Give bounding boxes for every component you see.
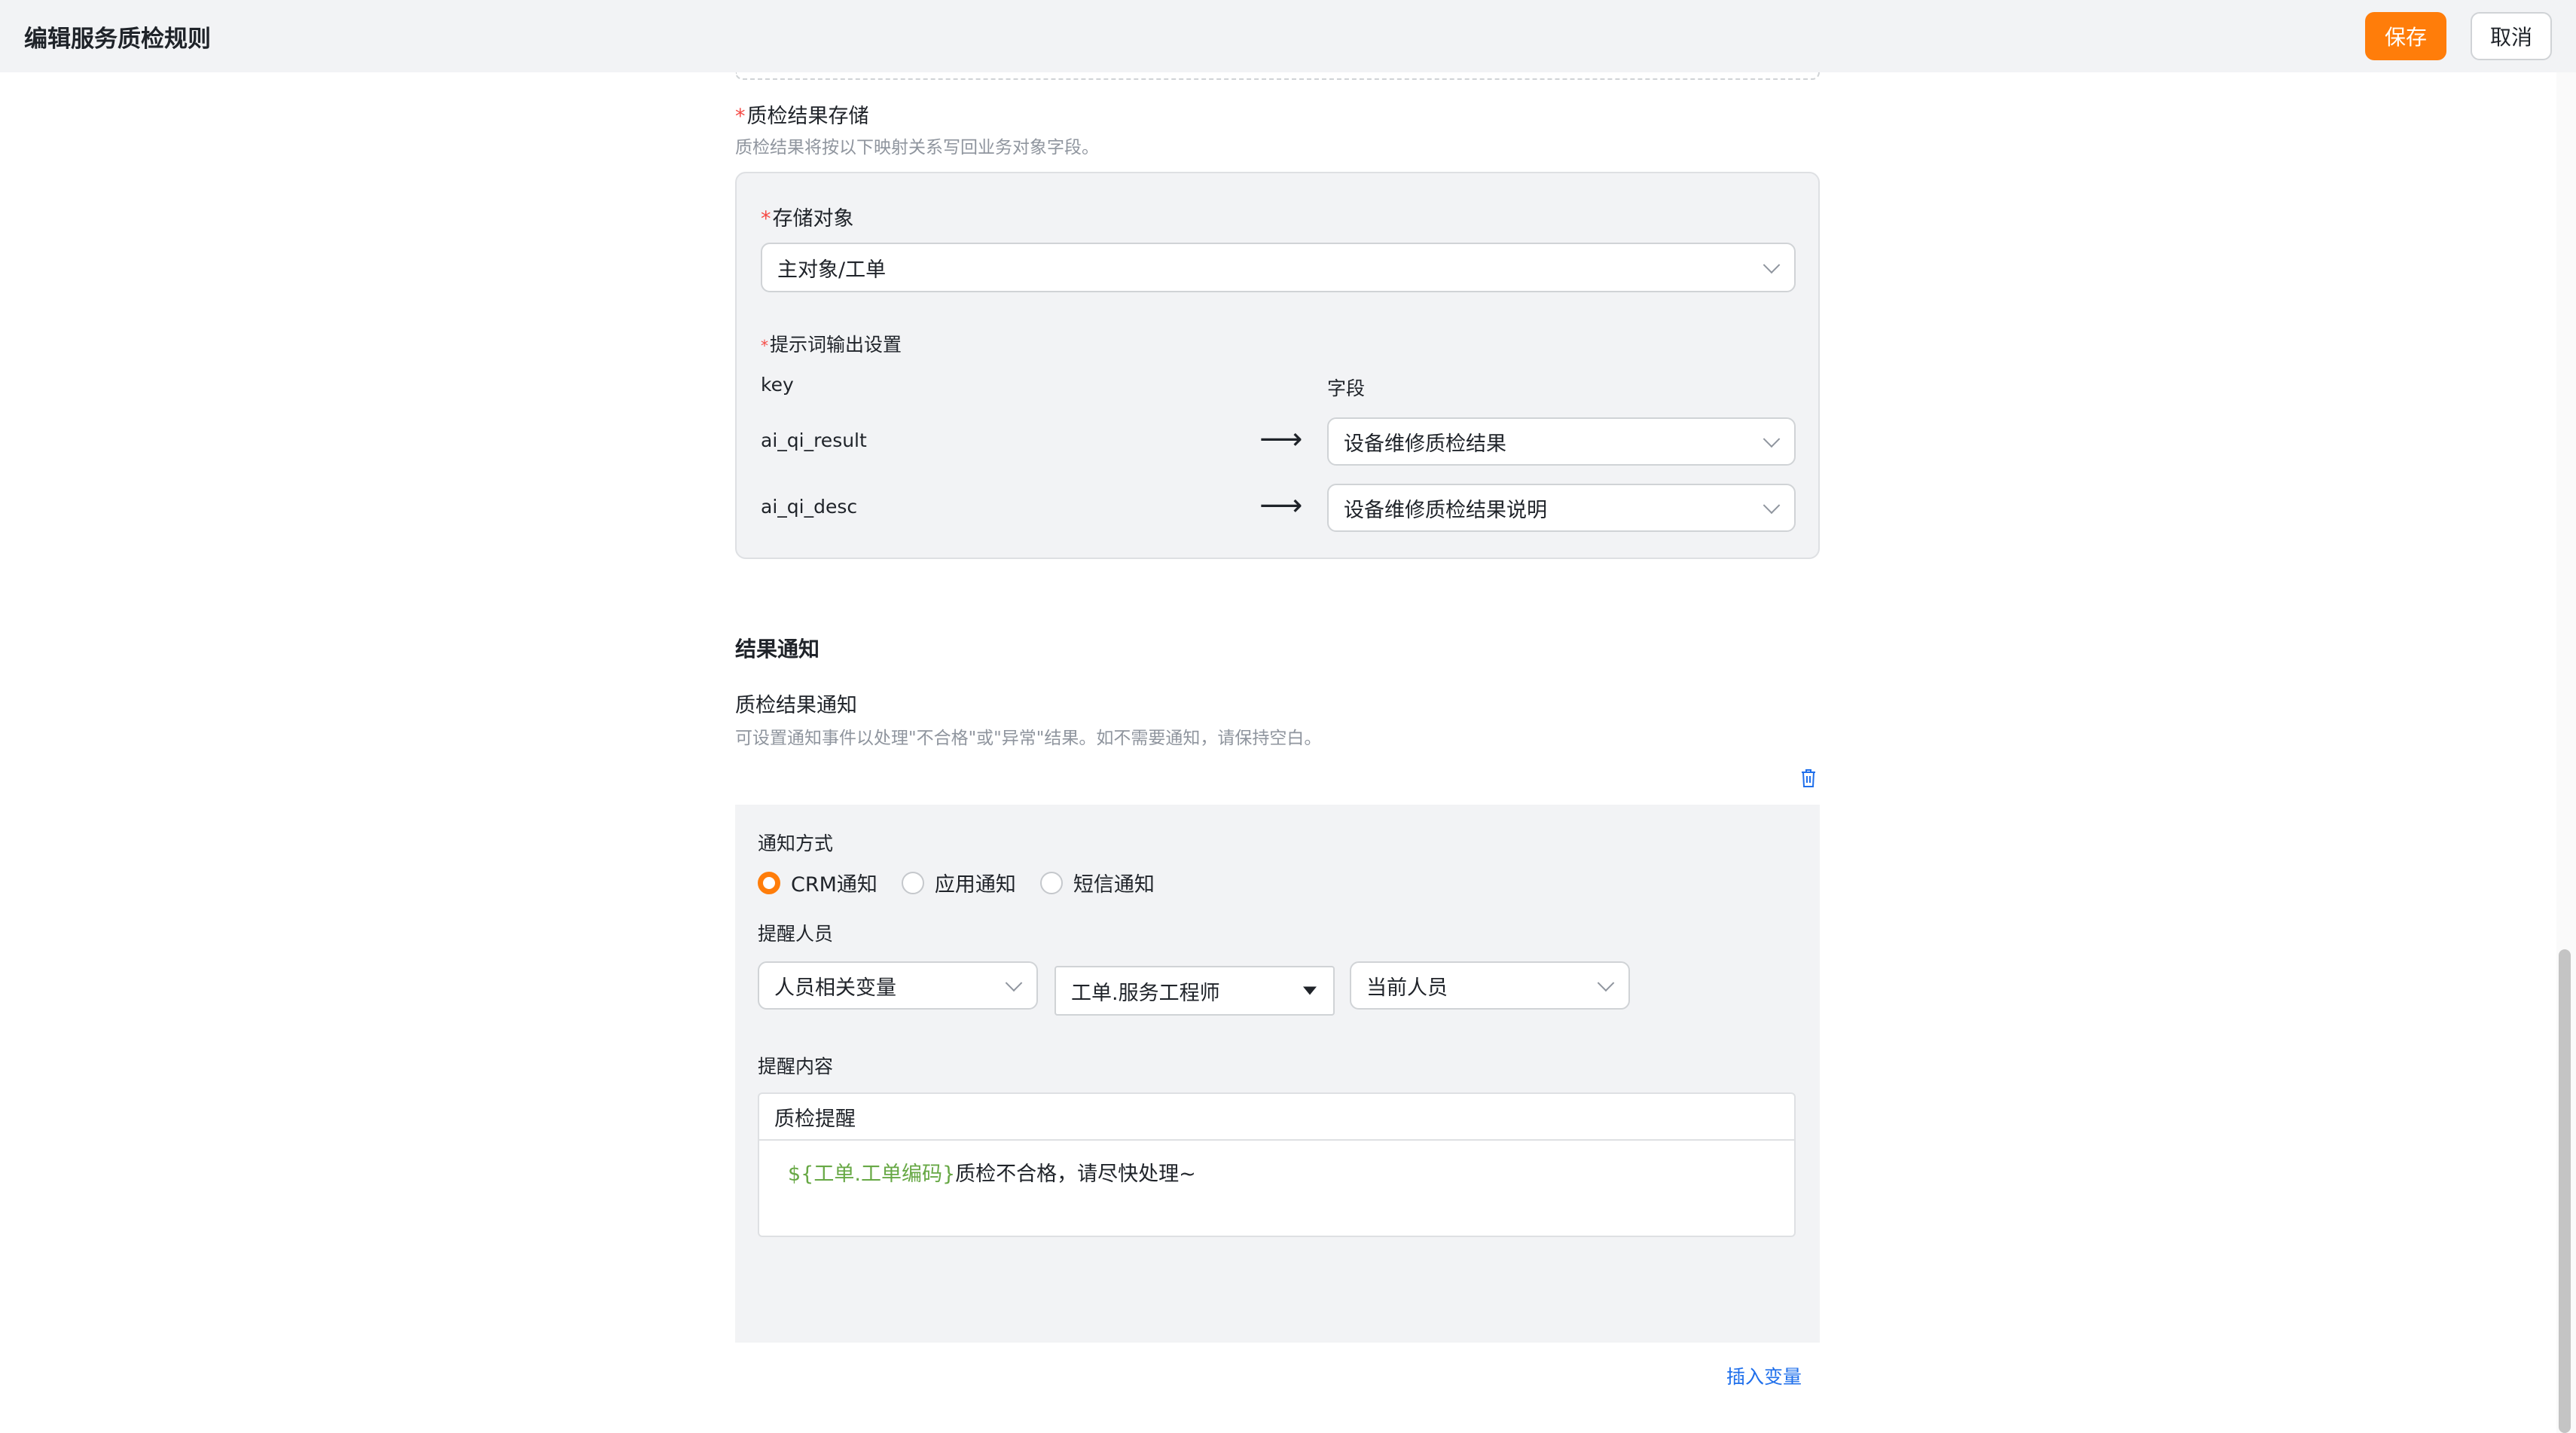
notify-section-title: 结果通知 <box>735 637 820 662</box>
mapping-field-value: 设备维修质检结果说明 <box>1344 498 1547 522</box>
trash-icon[interactable] <box>1800 768 1817 788</box>
radio-app[interactable]: 应用通知 <box>901 868 1016 897</box>
radio-sms[interactable]: 短信通知 <box>1039 868 1155 897</box>
radio-label: CRM通知 <box>791 873 877 897</box>
radio-unchecked-icon <box>901 871 924 894</box>
radio-checked-icon <box>758 871 780 894</box>
mapping-key: ai_qi_desc <box>761 496 858 518</box>
chevron-down-icon <box>1005 974 1023 992</box>
chevron-down-icon <box>1597 974 1615 992</box>
mapping-field-select[interactable]: 设备维修质检结果说明 <box>1327 484 1796 532</box>
object-label: 存储对象 <box>772 207 854 231</box>
storage-object-select[interactable]: 主对象/工单 <box>761 243 1796 292</box>
caret-down-icon <box>1303 986 1317 995</box>
required-mark: * <box>735 105 746 128</box>
page-title: 编辑服务质检规则 <box>24 25 211 53</box>
storage-panel: *存储对象 主对象/工单 *提示词输出设置 key 字段 ai_qi_resul… <box>735 172 1820 559</box>
recipient-scope-value: 当前人员 <box>1366 976 1448 1000</box>
chevron-down-icon <box>1763 256 1781 274</box>
save-button[interactable]: 保存 <box>2364 12 2446 60</box>
radio-label: 应用通知 <box>934 873 1016 897</box>
content-variable: ${工单.工单编码} <box>788 1163 956 1186</box>
storage-label: 质检结果存储 <box>746 105 869 128</box>
storage-hint: 质检结果将按以下映射关系写回业务对象字段。 <box>735 138 1099 157</box>
recipient-field-value: 工单.服务工程师 <box>1071 981 1220 1005</box>
arrow-right-icon: ⟶ <box>1259 422 1303 457</box>
recipient-type-select[interactable]: 人员相关变量 <box>758 961 1038 1010</box>
radio-label: 短信通知 <box>1073 873 1155 897</box>
key-column-header: key <box>761 374 794 396</box>
method-radio-group: CRM通知 应用通知 短信通知 <box>758 868 1155 897</box>
object-label-row: *存储对象 <box>761 202 854 231</box>
notify-panel: 通知方式 CRM通知 应用通知 短信通知 提醒人员 人员相关变量 工单.服务工程… <box>735 805 1820 1388</box>
mapping-key: ai_qi_result <box>761 429 867 451</box>
top-actions: 保存 取消 <box>2364 12 2552 60</box>
recipient-label: 提醒人员 <box>758 923 834 945</box>
content-title-input[interactable]: 质检提醒 <box>759 1094 1794 1141</box>
insert-variable-link[interactable]: 插入变量 <box>1726 1362 1802 1389</box>
prompt-output-label: 提示词输出设置 <box>770 334 902 356</box>
scrollbar-thumb[interactable] <box>2559 949 2571 1433</box>
radio-unchecked-icon <box>1039 871 1063 894</box>
notify-label: 质检结果通知 <box>735 694 857 717</box>
mapping-field-value: 设备维修质检结果 <box>1344 432 1506 456</box>
recipient-scope-select[interactable]: 当前人员 <box>1350 961 1630 1010</box>
arrow-right-icon: ⟶ <box>1259 488 1303 523</box>
mapping-field-select[interactable]: 设备维修质检结果 <box>1327 417 1796 466</box>
field-column-header: 字段 <box>1327 377 1366 399</box>
storage-object-value: 主对象/工单 <box>777 258 887 282</box>
content-body[interactable]: ${工单.工单编码}质检不合格，请尽快处理~ <box>759 1141 1794 1203</box>
content-text: 质检不合格，请尽快处理~ <box>955 1163 1196 1186</box>
chevron-down-icon <box>1763 497 1781 515</box>
recipient-field-select[interactable]: 工单.服务工程师 <box>1055 966 1335 1016</box>
storage-label-row: *质检结果存储 <box>735 99 869 129</box>
chevron-down-icon <box>1763 430 1781 448</box>
content-label: 提醒内容 <box>758 1056 834 1077</box>
method-label: 通知方式 <box>758 833 834 854</box>
notify-hint: 可设置通知事件以处理"不合格"或"异常"结果。如不需要通知，请保持空白。 <box>735 729 1322 748</box>
previous-card-edge <box>735 72 1820 80</box>
cancel-button[interactable]: 取消 <box>2470 12 2552 60</box>
required-mark: * <box>761 207 771 231</box>
prompt-output-label-row: *提示词输出设置 <box>761 330 902 357</box>
content-editor[interactable]: 质检提醒 ${工单.工单编码}质检不合格，请尽快处理~ <box>758 1092 1796 1237</box>
recipient-type-value: 人员相关变量 <box>774 976 896 1000</box>
top-bar: 编辑服务质检规则 保存 取消 <box>0 0 2576 72</box>
required-mark: * <box>761 337 768 355</box>
radio-crm[interactable]: CRM通知 <box>758 868 877 897</box>
